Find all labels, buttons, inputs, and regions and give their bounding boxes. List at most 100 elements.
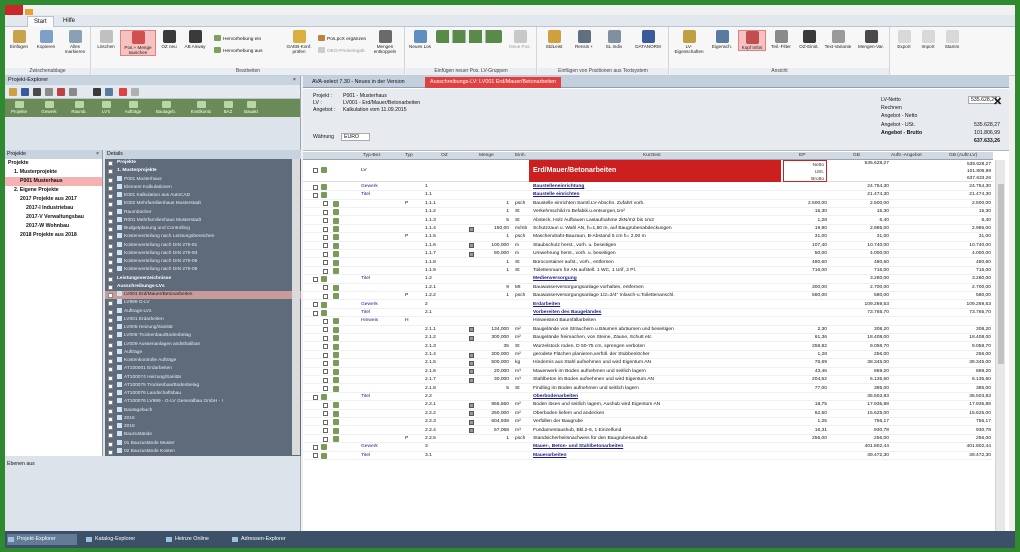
checkbox[interactable]	[108, 260, 113, 265]
table-row[interactable]: 1.1.7 80,000 m Umwehrung herst., vorh. u. b…	[303, 250, 993, 259]
filter-projekte[interactable]: Projekte	[7, 101, 31, 114]
details-item[interactable]: LV009 Aussenanlagen andsthaliban	[105, 340, 301, 349]
details-item[interactable]: Aufträge	[105, 348, 301, 357]
refresh-icon[interactable]	[45, 88, 53, 96]
details-item[interactable]: AT100001 Erdarbeiten	[105, 365, 301, 373]
table-row[interactable]: 1.1.9 1 St Toilettenraum für AN aufstell. 1…	[303, 267, 993, 276]
col-gb-auftr[interactable]: GB (Auftr.LV)	[949, 152, 977, 160]
details-item[interactable]: E002 Mehrfamilienhaus Musterstadt	[105, 200, 301, 208]
filter-auftraege[interactable]: Aufträge	[119, 101, 147, 114]
text-variant-button[interactable]: Text-Variante	[824, 30, 852, 49]
checkbox[interactable]	[323, 318, 328, 324]
details-item[interactable]: LV006 Trockenbau/Bodenbelag	[105, 332, 301, 340]
checkbox[interactable]	[108, 194, 113, 199]
tab-lv001[interactable]: Ausschreibungs-LV: LV001 Erd/Mauer/Beton…	[425, 77, 562, 88]
table-row[interactable]: 2.1.8 5 St Findling im Boden aufnehmen und …	[303, 385, 993, 393]
tree-item[interactable]: P001 Musterhaus	[5, 177, 102, 186]
col-typ[interactable]: Typ	[405, 152, 413, 160]
checkbox[interactable]	[313, 453, 318, 459]
details-item[interactable]: Leistungsverzeichnisse	[105, 275, 301, 283]
table-row[interactable]: 1.1.8 1 St Bürocontainer aufst., vorh., ent…	[303, 259, 993, 267]
table-row[interactable]: 1.1.6 100,000 m Staubschutz herst., vorh. u…	[303, 242, 993, 250]
close-icon[interactable]: ✕	[993, 95, 1002, 108]
checkbox[interactable]	[108, 243, 113, 249]
col-kurztext[interactable]: Kurztext	[643, 152, 661, 160]
table-row[interactable]: 2.2.1 956,560 m² Boden lösen und seitlich l…	[303, 401, 993, 410]
table-row[interactable]: 2.2.2 250,000 m² Oberboden liefern und ande…	[303, 410, 993, 418]
table-row[interactable]: 2.1.4 200,000 m² gerodete Flächen planieren…	[303, 351, 993, 360]
rensis-button[interactable]: Rensis +	[570, 30, 598, 49]
checkbox[interactable]	[313, 444, 318, 450]
checkbox[interactable]	[108, 268, 113, 274]
details-item[interactable]: Bauzustände	[105, 431, 301, 439]
highlight-on-button[interactable]: Hervorhebung ein	[214, 35, 261, 43]
filter-baz[interactable]: BAZ	[219, 101, 237, 114]
new-pos-button[interactable]: Neue Pos.	[506, 30, 534, 49]
checkbox[interactable]	[108, 350, 113, 356]
table-row[interactable]: Titel 2.1 Vorbereiten des Baugeländes 73.76…	[303, 309, 993, 318]
details-item[interactable]: Kostenverteilung nach DIN 276-08	[105, 266, 301, 274]
checkbox[interactable]	[108, 326, 113, 331]
properties-button[interactable]: Eigensch.	[708, 30, 736, 49]
delete-button[interactable]: Löschen	[94, 30, 118, 49]
filter-raumb[interactable]: Raumb.	[67, 101, 91, 114]
table-row[interactable]: 2.2.4 57,068 m³ Fundamentaushub, Bkl.2-6, 1…	[303, 427, 993, 435]
checkbox[interactable]	[323, 251, 328, 257]
table-row[interactable]: P 1.1.1 1 psch Baustelle einrichten Samtl.LV…	[303, 200, 993, 208]
props-icon[interactable]	[105, 88, 113, 96]
tab-heinze-online[interactable]: Heinze Online	[165, 534, 225, 545]
details-item[interactable]: AT100075 Trockenbau/Bodenbelag	[105, 381, 301, 390]
col-oz[interactable]: OZ	[441, 152, 448, 160]
details-item[interactable]: Element Kalkulationen	[105, 183, 301, 192]
details-item[interactable]: Ausschreibungs-LVs	[105, 283, 301, 291]
col-auftr-angebot[interactable]: Auftr.-Angebot	[891, 152, 922, 160]
highlight-off-button[interactable]: Hervorhebung aus	[214, 47, 262, 55]
checkbox[interactable]	[313, 276, 318, 282]
pos-complete-button[interactable]: Pos.pcX ergänzen	[318, 35, 366, 43]
table-row[interactable]: 2.1.1 134,000 m² Baugelände von Sträuchern …	[303, 326, 993, 334]
checkbox[interactable]	[108, 218, 113, 224]
table-row[interactable]: P 1.1.5 1 psch Maschendraht-Bauzaun, B-Absta…	[303, 233, 993, 242]
details-item[interactable]: LV005 Heizung/Sanitär	[105, 324, 301, 332]
filter-lvs[interactable]: LV's	[95, 101, 117, 114]
checkbox[interactable]	[108, 210, 113, 216]
master-button[interactable]: Stamm	[941, 30, 963, 49]
checkbox[interactable]	[323, 260, 328, 266]
table-row[interactable]: 1.1.2 1 St Verkehrsschild m.Befabik.u.entso…	[303, 208, 993, 217]
filter-bauakt[interactable]: Bauakt	[239, 101, 263, 114]
checkbox[interactable]	[323, 369, 328, 375]
checkbox[interactable]	[323, 377, 328, 383]
checkbox[interactable]	[323, 344, 328, 350]
table-row[interactable]: Gewerk 1 Baustelleneinrichtung 24.754,30 24.…	[303, 183, 993, 192]
checkbox[interactable]	[108, 185, 113, 191]
binoculars-icon[interactable]	[93, 88, 101, 96]
details-item[interactable]: 1. Musterprojekte	[105, 167, 301, 175]
details-item[interactable]: LV999 G-LV	[105, 299, 301, 307]
table-row[interactable]: P 1.2.2 1 psch Bauwasserversorgungsanlage 1/…	[303, 292, 993, 301]
checkbox[interactable]	[323, 428, 328, 434]
details-item[interactable]: 01 Bauzustände Muster	[105, 439, 301, 448]
tree-item[interactable]: 2017-W Wohnbau	[5, 222, 102, 231]
checkbox[interactable]	[323, 218, 328, 224]
checkbox[interactable]	[108, 433, 113, 439]
checkbox[interactable]	[108, 367, 113, 373]
paste-button[interactable]: Einfügen	[7, 30, 31, 49]
table-row[interactable]: 2.1.3 35 St Wurzelstock roden, D 50-75 cm, …	[303, 343, 993, 351]
table-row[interactable]: 2.1.5 500,000 kg Hindernis aus Stahl aufneh…	[303, 359, 993, 368]
tree-item[interactable]: 2017-I Industriebau	[5, 204, 102, 213]
details-item[interactable]: AT100076 LV999 - G-LV Generalbau GmbH - …	[105, 398, 301, 406]
checkbox[interactable]	[108, 425, 113, 430]
details-item[interactable]: AT100074 Heizung/Sanitär	[105, 373, 301, 382]
tree-item[interactable]: 2018 Projekte aus 2018	[5, 231, 102, 240]
checkbox[interactable]	[108, 161, 113, 166]
checkbox[interactable]	[323, 360, 328, 366]
checkbox[interactable]	[108, 383, 113, 389]
checkbox[interactable]	[108, 276, 113, 282]
group-icons[interactable]	[434, 30, 504, 44]
details-scrollbar[interactable]	[292, 159, 300, 455]
settings-icon[interactable]	[131, 88, 139, 96]
checkbox[interactable]	[108, 227, 113, 232]
details-item[interactable]: AT100076 Landschaftsbau	[105, 390, 301, 398]
swap-qty-button[interactable]: Pos.+ Menge tauschen	[120, 30, 156, 56]
checkbox[interactable]	[323, 402, 328, 408]
